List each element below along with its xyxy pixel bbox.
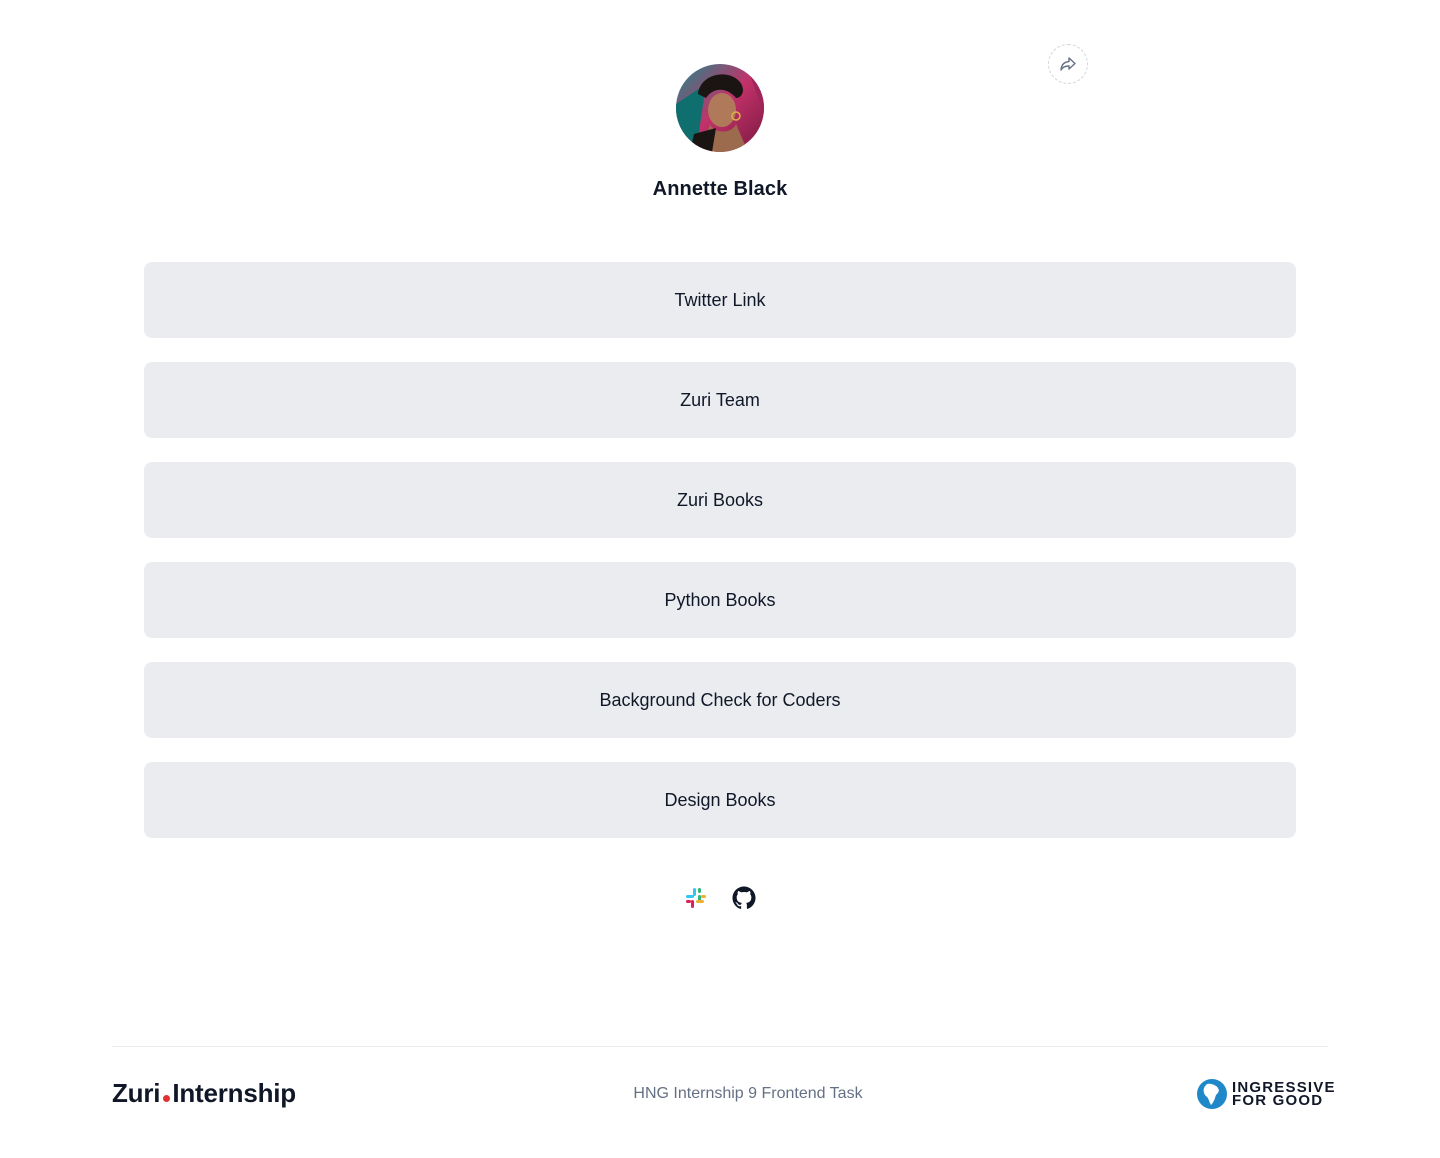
africa-globe-icon	[1197, 1079, 1227, 1109]
profile-header: Annette Black	[0, 64, 1440, 201]
profile-page: Annette Black Twitter Link Zuri Team Zur…	[0, 0, 1440, 1158]
ingressive-line2: FOR GOOD	[1232, 1092, 1324, 1109]
ingressive-for-good-logo[interactable]: INGRESSIVE FOR GOOD	[1196, 1078, 1336, 1110]
avatar-image	[676, 64, 764, 152]
share-button[interactable]	[1048, 44, 1088, 84]
social-icons	[0, 886, 1440, 910]
link-button-background-check[interactable]: Background Check for Coders	[144, 662, 1296, 738]
links-list: Twitter Link Zuri Team Zuri Books Python…	[144, 262, 1296, 862]
link-button-design-books[interactable]: Design Books	[144, 762, 1296, 838]
ingressive-wordmark: INGRESSIVE FOR GOOD	[1232, 1080, 1336, 1109]
link-button-zuri-team[interactable]: Zuri Team	[144, 362, 1296, 438]
github-icon[interactable]	[732, 886, 756, 910]
share-icon	[1060, 57, 1076, 71]
link-button-twitter[interactable]: Twitter Link	[144, 262, 1296, 338]
link-button-zuri-books[interactable]: Zuri Books	[144, 462, 1296, 538]
profile-name: Annette Black	[652, 178, 788, 200]
footer-divider	[112, 1046, 1328, 1047]
slack-icon[interactable]	[684, 886, 708, 910]
avatar	[676, 64, 764, 152]
link-button-python-books[interactable]: Python Books	[144, 562, 1296, 638]
